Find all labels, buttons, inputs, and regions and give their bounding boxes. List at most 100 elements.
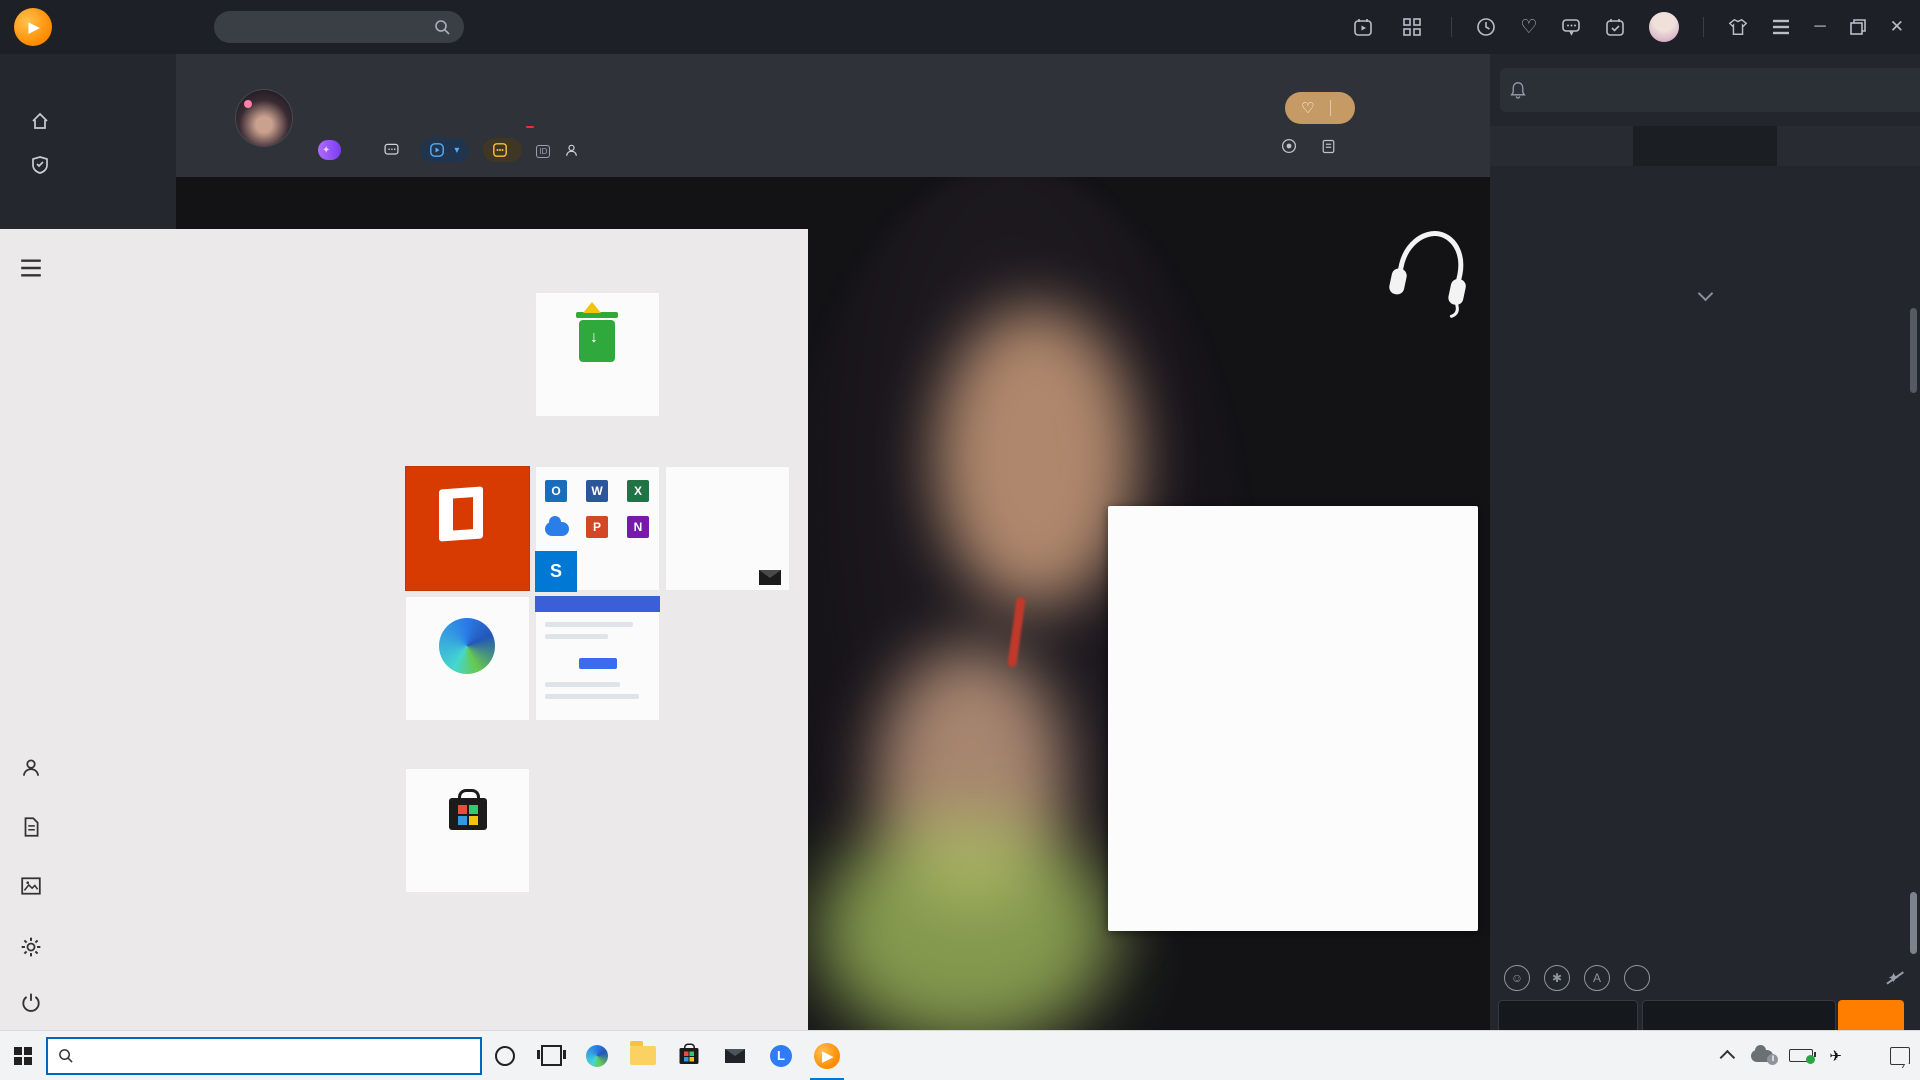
onedrive-tray-icon[interactable] xyxy=(1751,1050,1773,1062)
tile-store[interactable] xyxy=(405,768,530,893)
aipai-recruit-link[interactable] xyxy=(1281,138,1303,154)
math-puzzle-card xyxy=(1108,506,1478,931)
tile-uninstall[interactable] xyxy=(535,292,660,417)
start-menu-icon[interactable] xyxy=(20,257,42,279)
task-view-button[interactable] xyxy=(528,1031,574,1080)
airplane-mode-icon[interactable]: ✈ xyxy=(1829,1047,1842,1065)
favorites-heart-icon[interactable]: ♡ xyxy=(1520,16,1537,39)
scrollbar-thumb[interactable] xyxy=(1910,308,1917,393)
start-button[interactable] xyxy=(0,1047,46,1065)
tab-vip[interactable] xyxy=(1777,126,1920,166)
tile-website-preview[interactable] xyxy=(535,596,660,721)
subscription-calendar-icon[interactable] xyxy=(1605,17,1625,37)
direct-message-button[interactable] xyxy=(383,142,406,158)
divider xyxy=(1703,17,1704,37)
action-center-icon[interactable] xyxy=(1890,1047,1910,1065)
tile-mail[interactable] xyxy=(665,466,790,591)
tile-edge[interactable] xyxy=(405,596,530,721)
uninstall-bin-icon xyxy=(579,320,615,362)
sidebar-item-esports[interactable] xyxy=(0,143,176,187)
word-icon: W xyxy=(586,480,608,502)
ranking-expand-button[interactable] xyxy=(1490,286,1920,303)
announcement-bar[interactable] xyxy=(1500,68,1920,112)
emoji-button[interactable]: ☺ xyxy=(1504,965,1530,991)
chat-panel: ☺ ✱ A ✦ xyxy=(1490,54,1920,1080)
onenote-icon: N xyxy=(627,516,649,538)
headphones-icon xyxy=(1380,215,1483,321)
menu-icon[interactable] xyxy=(1772,19,1790,35)
documents-icon[interactable] xyxy=(20,816,42,838)
sidebar-item-home[interactable] xyxy=(0,99,176,143)
windows-start-menu: O W X P N S xyxy=(0,229,808,1030)
battery-icon[interactable] xyxy=(1789,1049,1813,1062)
block-effects-icon: ✦ xyxy=(1887,969,1900,987)
excel-icon: X xyxy=(627,480,649,502)
recent-header xyxy=(62,251,382,285)
store-bag-icon xyxy=(449,798,487,830)
pictures-icon[interactable] xyxy=(20,875,42,897)
bell-icon xyxy=(1510,81,1526,99)
restore-button[interactable] xyxy=(1850,19,1866,35)
windows-taskbar: L ✈ xyxy=(0,1030,1920,1080)
replay-pill[interactable] xyxy=(483,138,522,162)
user-avatar[interactable] xyxy=(1649,12,1679,42)
power-icon[interactable] xyxy=(20,992,42,1014)
tray-expand-icon[interactable] xyxy=(1720,1050,1736,1066)
onedrive-icon xyxy=(545,522,569,536)
streamer-face xyxy=(936,307,1136,607)
title-bar: ♡ ─ ✕ xyxy=(0,0,1920,54)
streamer-replay-button[interactable] xyxy=(1353,17,1379,37)
scrollbar-thumb[interactable] xyxy=(1910,892,1917,954)
tile-office-suite[interactable]: O W X P N S xyxy=(535,466,660,591)
block-effects-toggle[interactable]: ✦ xyxy=(1887,969,1906,987)
user-account-icon[interactable] xyxy=(20,757,42,779)
history-icon[interactable] xyxy=(1476,17,1496,37)
store-icon[interactable] xyxy=(666,1031,712,1080)
apps-button[interactable] xyxy=(1403,18,1427,36)
minimize-button[interactable]: ─ xyxy=(1814,18,1825,36)
huya-logo[interactable] xyxy=(14,8,60,46)
start-menu-rail xyxy=(0,229,62,1030)
huya-logo-icon xyxy=(14,8,52,46)
l-app-icon[interactable]: L xyxy=(758,1031,804,1080)
room-id: ID xyxy=(536,142,550,158)
close-button[interactable]: ✕ xyxy=(1890,17,1904,37)
office-logo xyxy=(439,486,483,541)
category-pill[interactable]: ▾ xyxy=(420,138,469,162)
sticker-palette-button[interactable]: ✱ xyxy=(1544,965,1570,991)
search-input[interactable] xyxy=(214,11,464,43)
settings-gear-icon[interactable] xyxy=(20,936,42,958)
tile-office[interactable] xyxy=(405,466,530,591)
start-menu-app-list xyxy=(62,251,382,285)
green-top xyxy=(816,817,1116,1030)
search-icon[interactable] xyxy=(434,19,450,35)
streamer-avatar[interactable] xyxy=(236,90,292,146)
subscribed-button[interactable]: ♡ xyxy=(1285,92,1355,124)
theme-skin-icon[interactable] xyxy=(1728,17,1748,37)
chat-toolbar: ☺ ✱ A ✦ xyxy=(1490,958,1920,998)
taskbar-edge-icon[interactable] xyxy=(574,1031,620,1080)
mail-icon[interactable] xyxy=(712,1031,758,1080)
new-badge xyxy=(526,126,534,128)
rank-list-icon xyxy=(1321,139,1336,154)
translate-button[interactable]: A xyxy=(1584,965,1610,991)
aipai-icon xyxy=(1281,138,1297,154)
chevron-down-icon: ▾ xyxy=(454,145,459,156)
messages-icon[interactable] xyxy=(1561,17,1581,37)
rank-board-link[interactable] xyxy=(1321,139,1342,154)
huya-taskbar-icon[interactable] xyxy=(804,1031,850,1080)
subscribe-heart-icon: ♡ xyxy=(1301,99,1314,117)
replay-icon xyxy=(1353,17,1373,37)
cortana-button[interactable] xyxy=(482,1031,528,1080)
streamer-level-badge xyxy=(318,140,341,160)
file-explorer-icon[interactable] xyxy=(620,1031,666,1080)
powerpoint-icon: P xyxy=(586,516,608,538)
meme-button[interactable] xyxy=(1624,965,1650,991)
search-icon xyxy=(58,1048,73,1063)
replay-tv-icon xyxy=(493,143,507,157)
apps-grid-icon xyxy=(1403,18,1421,36)
tab-weekly-rank[interactable] xyxy=(1490,126,1633,166)
skype-icon[interactable]: S xyxy=(535,551,577,592)
tab-super-fans[interactable] xyxy=(1633,126,1776,166)
taskbar-search-input[interactable] xyxy=(46,1037,482,1075)
